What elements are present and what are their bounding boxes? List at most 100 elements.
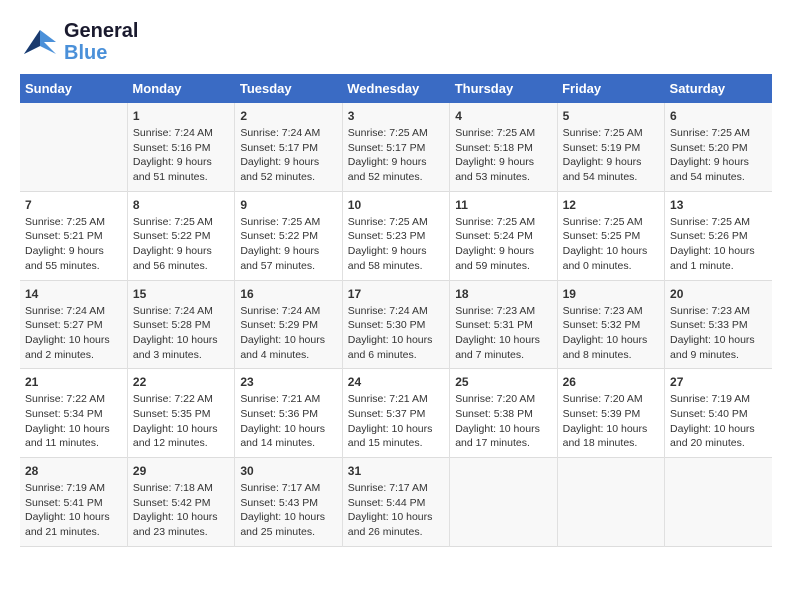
cell-text: Sunrise: 7:22 AM Sunset: 5:34 PM Dayligh… [25,392,122,451]
header-thursday: Thursday [450,74,557,103]
cell-text: Sunrise: 7:24 AM Sunset: 5:29 PM Dayligh… [240,304,336,363]
cell-text: Sunrise: 7:25 AM Sunset: 5:24 PM Dayligh… [455,215,551,274]
day-number: 1 [133,109,229,123]
cell-text: Sunrise: 7:17 AM Sunset: 5:43 PM Dayligh… [240,481,336,540]
cell-text: Sunrise: 7:19 AM Sunset: 5:40 PM Dayligh… [670,392,767,451]
day-number: 3 [348,109,444,123]
cell-text: Sunrise: 7:25 AM Sunset: 5:18 PM Dayligh… [455,126,551,185]
header-saturday: Saturday [665,74,772,103]
calendar-cell [665,458,772,547]
calendar-cell: 31 Sunrise: 7:17 AM Sunset: 5:44 PM Dayli… [342,458,449,547]
cell-text: Sunrise: 7:24 AM Sunset: 5:16 PM Dayligh… [133,126,229,185]
calendar-cell: 16 Sunrise: 7:24 AM Sunset: 5:29 PM Dayli… [235,280,342,369]
calendar-cell: 8 Sunrise: 7:25 AM Sunset: 5:22 PM Daylig… [127,191,234,280]
cell-text: Sunrise: 7:25 AM Sunset: 5:26 PM Dayligh… [670,215,767,274]
day-number: 22 [133,375,229,389]
day-number: 15 [133,287,229,301]
cell-text: Sunrise: 7:25 AM Sunset: 5:22 PM Dayligh… [240,215,336,274]
day-number: 19 [563,287,659,301]
cell-text: Sunrise: 7:23 AM Sunset: 5:32 PM Dayligh… [563,304,659,363]
day-number: 28 [25,464,122,478]
calendar-cell: 22Sunrise: 7:22 AM Sunset: 5:35 PM Dayli… [127,369,234,458]
calendar-cell: 23Sunrise: 7:21 AM Sunset: 5:36 PM Dayli… [235,369,342,458]
calendar-cell: 2 Sunrise: 7:24 AM Sunset: 5:17 PM Daylig… [235,103,342,191]
day-number: 8 [133,198,229,212]
calendar-cell: 4 Sunrise: 7:25 AM Sunset: 5:18 PM Daylig… [450,103,557,191]
day-number: 16 [240,287,336,301]
calendar-cell: 29 Sunrise: 7:18 AM Sunset: 5:42 PM Dayli… [127,458,234,547]
day-number: 9 [240,198,336,212]
header-wednesday: Wednesday [342,74,449,103]
calendar-cell: 9 Sunrise: 7:25 AM Sunset: 5:22 PM Daylig… [235,191,342,280]
calendar-cell: 10Sunrise: 7:25 AM Sunset: 5:23 PM Dayli… [342,191,449,280]
day-number: 4 [455,109,551,123]
cell-text: Sunrise: 7:25 AM Sunset: 5:21 PM Dayligh… [25,215,122,274]
day-number: 30 [240,464,336,478]
cell-text: Sunrise: 7:25 AM Sunset: 5:17 PM Dayligh… [348,126,444,185]
calendar-cell: 25 Sunrise: 7:20 AM Sunset: 5:38 PM Dayli… [450,369,557,458]
calendar-cell: 1 Sunrise: 7:24 AM Sunset: 5:16 PM Daylig… [127,103,234,191]
cell-text: Sunrise: 7:25 AM Sunset: 5:19 PM Dayligh… [563,126,659,185]
calendar-row-0: 1 Sunrise: 7:24 AM Sunset: 5:16 PM Daylig… [20,103,772,191]
day-number: 6 [670,109,767,123]
calendar-cell: 7Sunrise: 7:25 AM Sunset: 5:21 PM Daylig… [20,191,127,280]
calendar-header-row: SundayMondayTuesdayWednesdayThursdayFrid… [20,74,772,103]
cell-text: Sunrise: 7:24 AM Sunset: 5:27 PM Dayligh… [25,304,122,363]
calendar-row-2: 14Sunrise: 7:24 AM Sunset: 5:27 PM Dayli… [20,280,772,369]
page-header: General Blue [20,20,772,64]
calendar-cell [20,103,127,191]
calendar-cell [450,458,557,547]
day-number: 5 [563,109,659,123]
calendar-cell: 26 Sunrise: 7:20 AM Sunset: 5:39 PM Dayli… [557,369,664,458]
day-number: 20 [670,287,767,301]
logo-icon [20,22,60,62]
cell-text: Sunrise: 7:25 AM Sunset: 5:22 PM Dayligh… [133,215,229,274]
header-friday: Friday [557,74,664,103]
calendar-table: SundayMondayTuesdayWednesdayThursdayFrid… [20,74,772,547]
calendar-cell: 30 Sunrise: 7:17 AM Sunset: 5:43 PM Dayli… [235,458,342,547]
calendar-cell: 19 Sunrise: 7:23 AM Sunset: 5:32 PM Dayli… [557,280,664,369]
calendar-cell: 27 Sunrise: 7:19 AM Sunset: 5:40 PM Dayli… [665,369,772,458]
day-number: 26 [563,375,659,389]
day-number: 2 [240,109,336,123]
cell-text: Sunrise: 7:25 AM Sunset: 5:25 PM Dayligh… [563,215,659,274]
calendar-cell: 18Sunrise: 7:23 AM Sunset: 5:31 PM Dayli… [450,280,557,369]
day-number: 17 [348,287,444,301]
cell-text: Sunrise: 7:17 AM Sunset: 5:44 PM Dayligh… [348,481,444,540]
calendar-cell: 20 Sunrise: 7:23 AM Sunset: 5:33 PM Dayli… [665,280,772,369]
cell-text: Sunrise: 7:21 AM Sunset: 5:37 PM Dayligh… [348,392,444,451]
day-number: 10 [348,198,444,212]
day-number: 25 [455,375,551,389]
logo-text: General Blue [64,20,138,64]
calendar-cell: 3 Sunrise: 7:25 AM Sunset: 5:17 PM Daylig… [342,103,449,191]
calendar-cell: 11 Sunrise: 7:25 AM Sunset: 5:24 PM Dayli… [450,191,557,280]
day-number: 21 [25,375,122,389]
calendar-cell: 6Sunrise: 7:25 AM Sunset: 5:20 PM Daylig… [665,103,772,191]
cell-text: Sunrise: 7:23 AM Sunset: 5:33 PM Dayligh… [670,304,767,363]
header-tuesday: Tuesday [235,74,342,103]
calendar-cell: 17Sunrise: 7:24 AM Sunset: 5:30 PM Dayli… [342,280,449,369]
cell-text: Sunrise: 7:24 AM Sunset: 5:28 PM Dayligh… [133,304,229,363]
day-number: 11 [455,198,551,212]
calendar-cell: 15 Sunrise: 7:24 AM Sunset: 5:28 PM Dayli… [127,280,234,369]
cell-text: Sunrise: 7:24 AM Sunset: 5:17 PM Dayligh… [240,126,336,185]
calendar-cell: 14Sunrise: 7:24 AM Sunset: 5:27 PM Dayli… [20,280,127,369]
day-number: 31 [348,464,444,478]
cell-text: Sunrise: 7:23 AM Sunset: 5:31 PM Dayligh… [455,304,551,363]
calendar-row-4: 28Sunrise: 7:19 AM Sunset: 5:41 PM Dayli… [20,458,772,547]
cell-text: Sunrise: 7:20 AM Sunset: 5:39 PM Dayligh… [563,392,659,451]
cell-text: Sunrise: 7:20 AM Sunset: 5:38 PM Dayligh… [455,392,551,451]
day-number: 23 [240,375,336,389]
calendar-row-1: 7Sunrise: 7:25 AM Sunset: 5:21 PM Daylig… [20,191,772,280]
calendar-row-3: 21 Sunrise: 7:22 AM Sunset: 5:34 PM Dayli… [20,369,772,458]
calendar-cell: 21 Sunrise: 7:22 AM Sunset: 5:34 PM Dayli… [20,369,127,458]
day-number: 24 [348,375,444,389]
calendar-cell: 12Sunrise: 7:25 AM Sunset: 5:25 PM Dayli… [557,191,664,280]
day-number: 29 [133,464,229,478]
header-monday: Monday [127,74,234,103]
header-sunday: Sunday [20,74,127,103]
day-number: 27 [670,375,767,389]
day-number: 13 [670,198,767,212]
cell-text: Sunrise: 7:18 AM Sunset: 5:42 PM Dayligh… [133,481,229,540]
calendar-cell: 28Sunrise: 7:19 AM Sunset: 5:41 PM Dayli… [20,458,127,547]
